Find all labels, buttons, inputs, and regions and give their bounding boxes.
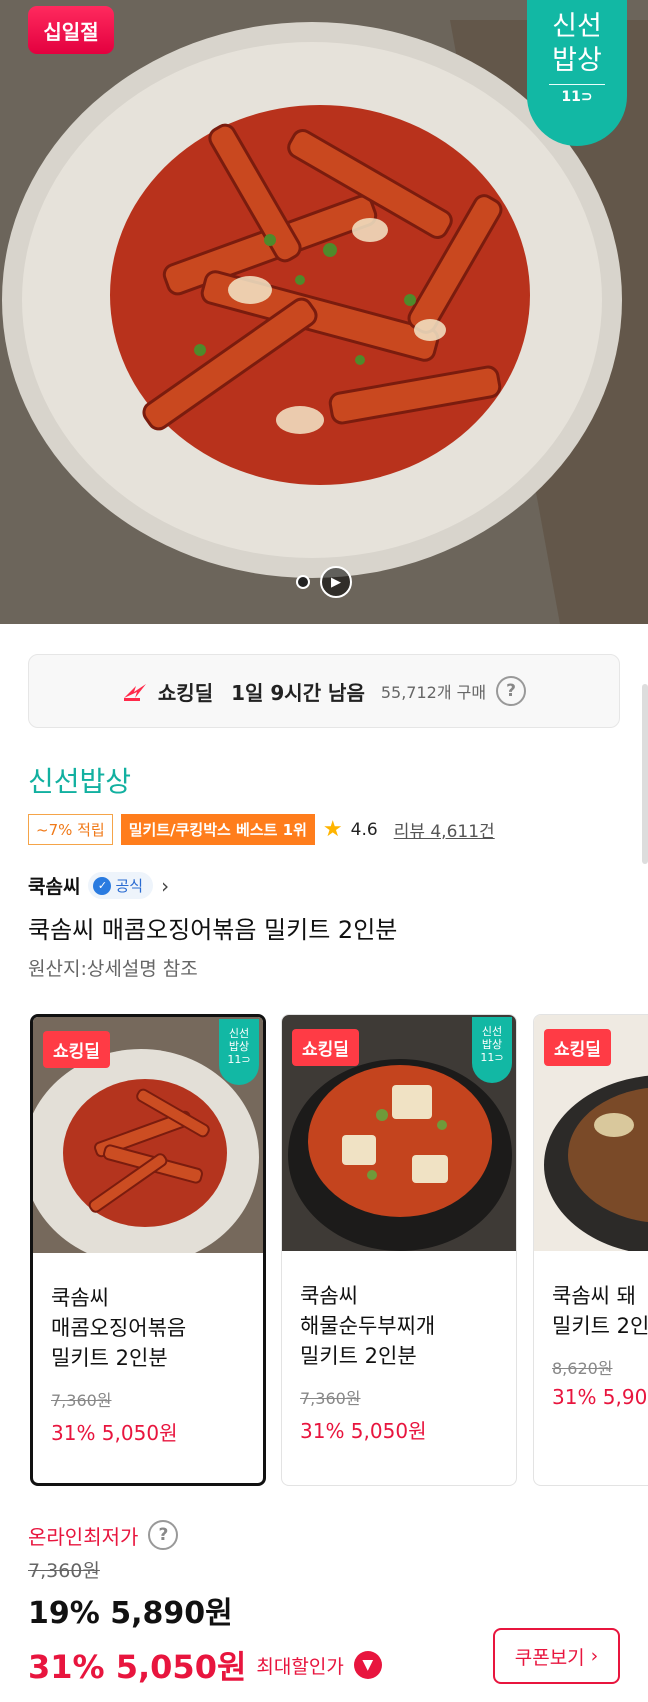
- lowest-price-row: 온라인최저가 ?: [28, 1520, 179, 1550]
- shocking-deal-chip: 쇼킹딜: [544, 1029, 611, 1066]
- shocking-deal-chip: 쇼킹딜: [43, 1031, 110, 1068]
- star-icon: ★: [322, 817, 343, 842]
- card-name-line: 매콤오징어볶음: [51, 1316, 187, 1340]
- card-sale-price: 31% 5,90: [552, 1385, 648, 1409]
- coupon-button[interactable]: 쿠폰보기 ›: [493, 1628, 620, 1684]
- card-original-price: 7,360원: [51, 1391, 112, 1410]
- check-icon: ✓: [93, 876, 112, 895]
- max-discount-row: 31% 5,050원 최대할인가 ▼: [28, 1642, 382, 1688]
- product-title: 쿡솜씨 매콤오징어볶음 밀키트 2인분: [28, 916, 398, 944]
- card-original-price: 8,620원: [552, 1359, 613, 1378]
- chevron-right-icon: ›: [590, 1645, 599, 1667]
- product-thumbnail: 쇼킹딜 신선 밥상 11⊃: [282, 1015, 516, 1251]
- official-badge: ✓ 공식: [88, 872, 154, 899]
- scrollbar[interactable]: [642, 684, 648, 864]
- official-label: 공식: [115, 877, 144, 895]
- mini-brand-logo: 신선 밥상 11⊃: [472, 1017, 512, 1083]
- card-product-name: 쿡솜씨 매콤오징어볶음 밀키트 2인분: [33, 1253, 263, 1373]
- discount-price: 19% 5,890원: [28, 1596, 233, 1631]
- purchase-count: 55,712개 구매: [380, 683, 487, 702]
- card-name-line: 밀키트 2인: [552, 1314, 648, 1338]
- card-name-line: 쿡솜씨: [300, 1284, 358, 1308]
- card-sale-price: 31% 5,050원: [51, 1421, 178, 1445]
- card-name-line: 밀키트 2인분: [51, 1346, 168, 1370]
- shocking-deal-bar[interactable]: 쇼킹딜 1일 9시간 남음 55,712개 구매 ?: [28, 654, 620, 728]
- card-product-name: 쿡솜씨 돼 밀키트 2인: [534, 1251, 648, 1341]
- seller-name[interactable]: 쿡솜씨: [28, 872, 80, 899]
- product-card[interactable]: 쇼킹딜 신선 밥상 11⊃ 쿡솜씨 매콤오징어볶음 밀키트 2인분 7,360원 3…: [30, 1014, 266, 1486]
- mini-brand-logo: 신선 밥상 11⊃: [219, 1019, 259, 1085]
- help-icon[interactable]: ?: [496, 676, 527, 706]
- brand-logo: 신선 밥상 11⊃: [527, 0, 627, 146]
- product-thumbnail: 쇼킹딜 신선 밥상 11⊃: [33, 1017, 263, 1253]
- brand-mark: 11⊃: [561, 89, 593, 105]
- point-tag: ~7% 적립: [28, 814, 113, 845]
- store-name[interactable]: 신선밥상: [28, 760, 131, 800]
- brand-logo-line2: 밥상: [552, 45, 602, 76]
- chevron-right-icon[interactable]: ›: [161, 874, 169, 898]
- seller-row[interactable]: 쿡솜씨 ✓ 공식 ›: [28, 872, 169, 899]
- card-sale-price: 31% 5,050원: [300, 1419, 427, 1443]
- card-name-line: 밀키트 2인분: [300, 1344, 417, 1368]
- best-rank-tag[interactable]: 밀키트/쿠킹박스 베스트 1위: [120, 814, 315, 845]
- max-discount-label: 최대할인가: [256, 1655, 344, 1678]
- original-price: 7,360원: [28, 1560, 100, 1582]
- play-icon[interactable]: ▶: [320, 566, 352, 598]
- shocking-deal-chip: 쇼킹딜: [292, 1029, 359, 1066]
- eleven-day-badge: 십일절: [28, 6, 114, 54]
- time-left: 1일 9시간 남음: [231, 680, 365, 705]
- brand-logo-line1: 신선: [552, 11, 602, 42]
- review-link[interactable]: 리뷰 4,611건: [394, 817, 495, 842]
- carousel-dot[interactable]: [296, 575, 310, 589]
- deal-title: 쇼킹딜: [157, 680, 214, 705]
- rating-value: 4.6: [350, 819, 378, 840]
- chevron-down-icon[interactable]: ▼: [353, 1651, 382, 1679]
- tag-row: ~7% 적립 밀키트/쿠킹박스 베스트 1위 ★ 4.6 리뷰 4,611건: [28, 814, 495, 845]
- card-product-name: 쿡솜씨 해물순두부찌개 밀키트 2인분: [282, 1251, 516, 1371]
- help-icon[interactable]: ?: [148, 1520, 179, 1550]
- carousel-indicator: ▶: [296, 566, 352, 598]
- product-card[interactable]: 쇼킹딜 신선 밥상 11⊃ 쿡솜씨 해물순두부찌개 밀키트 2인분 7,360원 3…: [281, 1014, 517, 1486]
- shocking-deal-icon: [123, 684, 146, 701]
- related-products-carousel[interactable]: 쇼킹딜 신선 밥상 11⊃ 쿡솜씨 매콤오징어볶음 밀키트 2인분 7,360원 3…: [30, 1014, 648, 1488]
- lowest-price-label: 온라인최저가: [28, 1524, 139, 1549]
- card-name-line: 해물순두부찌개: [300, 1314, 436, 1338]
- brand-divider: [549, 84, 605, 85]
- card-original-price: 7,360원: [300, 1389, 361, 1408]
- card-name-line: 쿡솜씨: [51, 1286, 109, 1310]
- max-discount-price: 31% 5,050원: [28, 1648, 247, 1686]
- card-name-line: 쿡솜씨 돼: [552, 1284, 636, 1308]
- coupon-label: 쿠폰보기: [514, 1646, 585, 1669]
- origin-info: 원산지:상세설명 참조: [28, 958, 198, 980]
- hero-image[interactable]: 십일절 신선 밥상 11⊃ ▶: [0, 0, 648, 624]
- product-card[interactable]: 쇼킹딜 쿡솜씨 돼 밀키트 2인 8,620원 31% 5,90: [533, 1014, 648, 1486]
- product-thumbnail: 쇼킹딜: [534, 1015, 648, 1251]
